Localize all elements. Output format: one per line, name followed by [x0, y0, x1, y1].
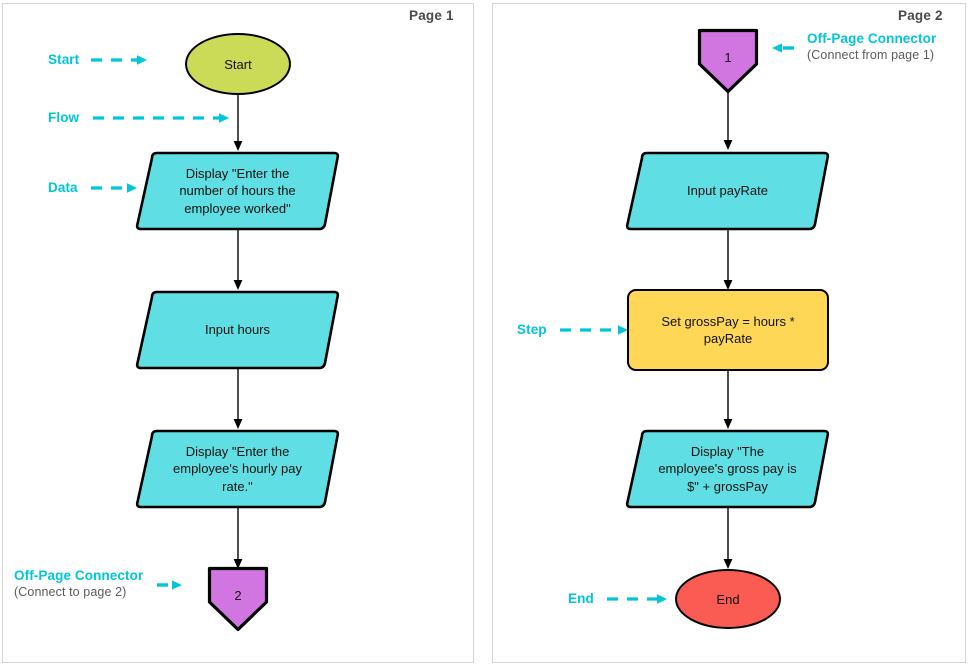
node-input-hours[interactable]: Input hours	[135, 289, 340, 371]
legend-data-label: Data	[48, 180, 78, 195]
legend-step: Step	[517, 322, 638, 337]
node-end[interactable]: End	[675, 569, 781, 629]
page-2-label: Page 2	[898, 8, 943, 23]
legend-start: Start	[48, 52, 157, 67]
node-end-label: End	[716, 591, 740, 607]
arrow-display-rate-to-offpage	[232, 508, 244, 570]
arrow-offpage-to-input-payrate	[722, 92, 734, 152]
legend-offpage-connector-out: Off-Page Connector (Connect to page 2)	[14, 568, 191, 600]
node-display-hours-prompt[interactable]: Display "Enter the number of hours the e…	[135, 150, 340, 232]
legend-offpage-label: Off-Page Connector	[14, 568, 144, 583]
arrow-set-grosspay-to-display-grosspay	[722, 369, 734, 431]
legend-data: Data	[48, 180, 147, 195]
legend-end: End	[568, 591, 677, 606]
arrow-display-hours-to-input-hours	[232, 230, 244, 292]
legend-end-label: End	[568, 591, 594, 606]
flowchart-canvas: Page 1 Start Flow Data Off-Page Connecto…	[0, 0, 968, 666]
node-set-grosspay-label: Set grossPay = hours * payRate	[661, 314, 795, 346]
node-offpage-connector-in[interactable]: 1	[697, 28, 759, 94]
legend-step-label: Step	[517, 322, 547, 337]
legend-flow-label: Flow	[48, 110, 80, 125]
node-start[interactable]: Start	[185, 33, 291, 95]
legend-offpage-in-text-block: Off-Page Connector (Connect from page 1)	[807, 31, 936, 63]
legend-flow: Flow	[48, 110, 239, 125]
legend-offpage-sublabel: (Connect to page 2)	[14, 585, 127, 599]
node-start-label: Start	[224, 56, 252, 72]
node-display-grosspay[interactable]: Display "The employee's gross pay is $" …	[625, 428, 830, 510]
dashed-arrow-icon	[606, 593, 677, 605]
arrow-display-grosspay-to-end	[722, 508, 734, 570]
legend-offpage-in-sublabel: (Connect from page 1)	[807, 48, 935, 62]
dashed-arrow-icon	[559, 324, 638, 336]
legend-offpage-text-block: Off-Page Connector (Connect to page 2)	[14, 568, 143, 600]
node-offpage-connector-out[interactable]: 2	[207, 566, 269, 632]
node-input-payrate[interactable]: Input payRate	[625, 150, 830, 232]
node-display-rate-prompt[interactable]: Display "Enter the employee's hourly pay…	[135, 428, 340, 510]
node-set-grosspay[interactable]: Set grossPay = hours * payRate	[627, 289, 829, 371]
dashed-arrow-icon	[91, 54, 157, 66]
legend-offpage-connector-in: Off-Page Connector (Connect from page 1)	[761, 31, 936, 63]
dashed-arrow-icon	[93, 112, 239, 124]
arrow-input-hours-to-display-rate	[232, 369, 244, 431]
legend-offpage-in-label: Off-Page Connector	[807, 31, 937, 46]
legend-start-label: Start	[48, 52, 80, 67]
dashed-arrow-left-icon	[761, 42, 797, 54]
arrow-start-to-display-hours	[232, 95, 244, 153]
arrow-input-payrate-to-set-grosspay	[722, 230, 734, 292]
page-1-label: Page 1	[409, 8, 454, 23]
dashed-arrow-icon	[157, 579, 191, 591]
